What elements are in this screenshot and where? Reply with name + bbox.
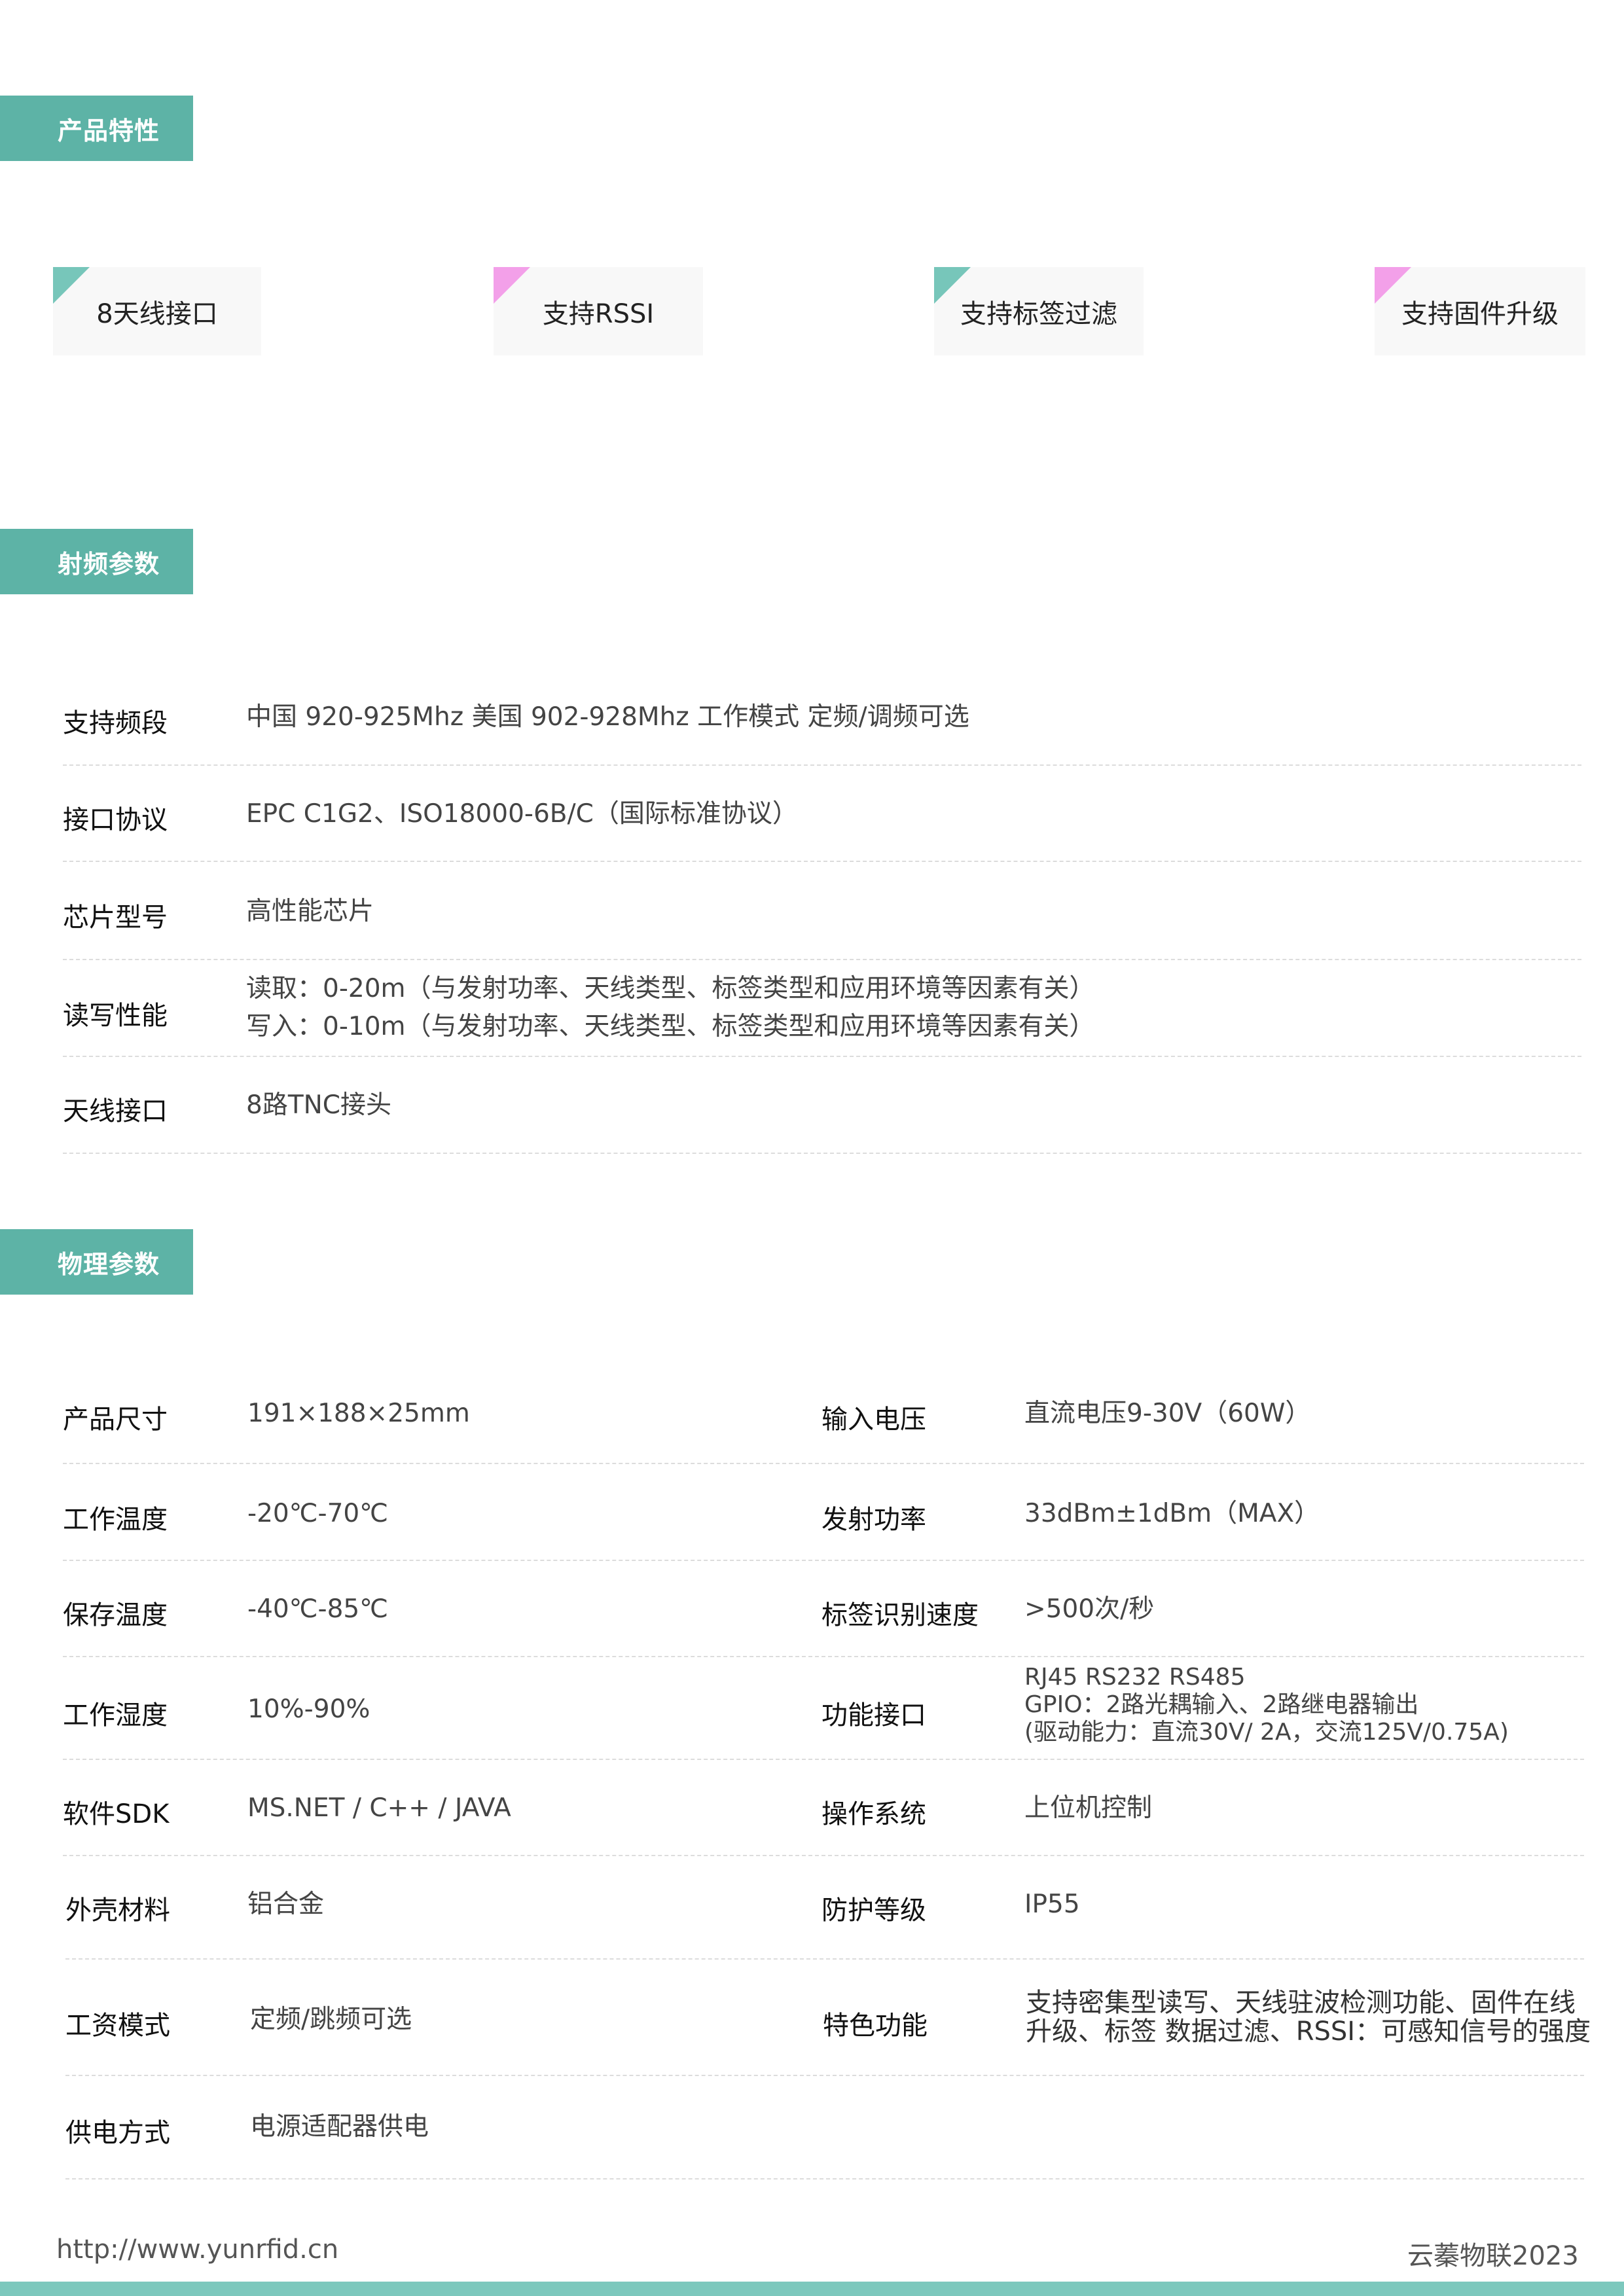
param-value-line2: GPIO：2路光耦输入、2路继电器输出 [1024,1691,1419,1718]
phys-row-3: 保存温度 -40℃-85℃ 标签识别速度 >500次/秒 [63,1561,1584,1657]
param-value: >500次/秒 [1024,1594,1155,1624]
section-title-physical: 物理参数 [0,1229,193,1295]
section-title-features: 产品特性 [0,96,193,161]
phys-row-5: 软件SDK MS.NET / C++ / JAVA 操作系统 上位机控制 [63,1760,1584,1856]
param-value: -40℃-85℃ [247,1594,388,1624]
feature-card-3: 支持标签过滤 [934,267,1144,355]
param-value: 中国 920-925Mhz 美国 902-928Mhz 工作模式 定频/调频可选 [246,702,969,732]
rf-row-chip: 芯片型号 高性能芯片 [63,862,1581,960]
phys-row-2: 工作温度 -20℃-70℃ 发射功率 33dBm±1dBm（MAX） [63,1464,1584,1561]
param-label: 发射功率 [821,1505,926,1535]
rf-row-band: 支持频段 中国 920-925Mhz 美国 902-928Mhz 工作模式 定频… [63,668,1581,766]
param-label: 芯片型号 [63,903,168,933]
param-value: 191×188×25mm [247,1399,470,1428]
param-value: 10%-90% [247,1695,370,1724]
param-label: 接口协议 [63,805,168,835]
param-label: 工资模式 [65,2011,170,2041]
param-label: 特色功能 [823,2011,928,2041]
param-value-line1: RJ45 RS232 RS485 [1024,1664,1246,1691]
corner-marker-icon [494,267,530,304]
corner-marker-icon [1375,267,1411,304]
param-label: 供电方式 [65,2118,170,2148]
param-label: 读写性能 [63,1001,168,1031]
param-value-line3: (驱动能力：直流30V/ 2A，交流125V/0.75A) [1024,1719,1509,1746]
param-label: 防护等级 [821,1895,926,1926]
param-label: 功能接口 [821,1700,926,1731]
param-value: 33dBm±1dBm（MAX） [1024,1499,1320,1528]
corner-marker-icon [53,267,90,304]
param-value: 铝合金 [247,1890,325,1919]
param-label: 天线接口 [63,1096,168,1126]
param-value: 8路TNC接头 [246,1090,392,1120]
phys-row-7: 工资模式 定频/跳频可选 特色功能 支持密集型读写、天线驻波检测功能、固件在线 … [65,1960,1591,2076]
param-value: 直流电压9-30V（60W） [1024,1399,1311,1428]
param-value-read: 读取：0-20m（与发射功率、天线类型、标签类型和应用环境等因素有关） [246,974,1095,1003]
param-value: IP55 [1024,1890,1080,1919]
feature-card-4: 支持固件升级 [1375,267,1585,355]
param-label: 产品尺寸 [63,1405,168,1435]
param-value: MS.NET / C++ / JAVA [247,1793,511,1823]
param-label: 软件SDK [63,1799,170,1829]
param-value: 上位机控制 [1024,1793,1153,1823]
param-label: 工作湿度 [63,1700,168,1731]
corner-marker-icon [934,267,971,304]
feature-label: 支持固件升级 [1401,298,1559,329]
footer-brand: 云蓁物联2023 [1407,2241,1579,2271]
param-value: 电源适配器供电 [250,2112,429,2142]
param-value-line2: 升级、标签 数据过滤、RSSI：可感知信号的强度 [1026,2017,1591,2047]
feature-card-1: 8天线接口 [53,267,261,355]
param-value: EPC C1G2、ISO18000-6B/C（国际标准协议） [246,799,798,829]
param-value-line1: 支持密集型读写、天线驻波检测功能、固件在线 [1026,1988,1576,2018]
param-value-write: 写入：0-10m（与发射功率、天线类型、标签类型和应用环境等因素有关） [246,1012,1095,1041]
section-title-rf: 射频参数 [0,529,193,594]
phys-row-4: 工作湿度 10%-90% 功能接口 RJ45 RS232 RS485 GPIO：… [63,1657,1584,1760]
phys-row-1: 产品尺寸 191×188×25mm 输入电压 直流电压9-30V（60W） [63,1361,1584,1464]
rf-row-protocol: 接口协议 EPC C1G2、ISO18000-6B/C（国际标准协议） [63,766,1581,862]
param-value: 定频/跳频可选 [250,2005,412,2034]
rf-row-performance: 读写性能 读取：0-20m（与发射功率、天线类型、标签类型和应用环境等因素有关）… [63,960,1581,1057]
param-label: 保存温度 [63,1600,168,1630]
param-label: 标签识别速度 [821,1600,979,1630]
param-value: 高性能芯片 [246,897,374,926]
rf-row-antenna: 天线接口 8路TNC接头 [63,1057,1581,1154]
feature-label: 8天线接口 [96,298,218,329]
phys-row-8: 供电方式 电源适配器供电 [65,2076,1584,2179]
param-label: 操作系统 [821,1799,926,1829]
feature-label: 支持标签过滤 [960,298,1117,329]
param-label: 外壳材料 [65,1895,170,1926]
footer-accent-bar [0,2282,1624,2296]
feature-card-2: 支持RSSI [494,267,703,355]
param-label: 输入电压 [821,1405,926,1435]
phys-row-6: 外壳材料 铝合金 防护等级 IP55 [65,1856,1584,1960]
param-value: -20℃-70℃ [247,1499,388,1528]
param-label: 支持频段 [63,708,168,738]
footer-website-link[interactable]: http://www.yunrfid.cn [56,2234,338,2265]
feature-label: 支持RSSI [542,298,655,329]
param-label: 工作温度 [63,1505,168,1535]
